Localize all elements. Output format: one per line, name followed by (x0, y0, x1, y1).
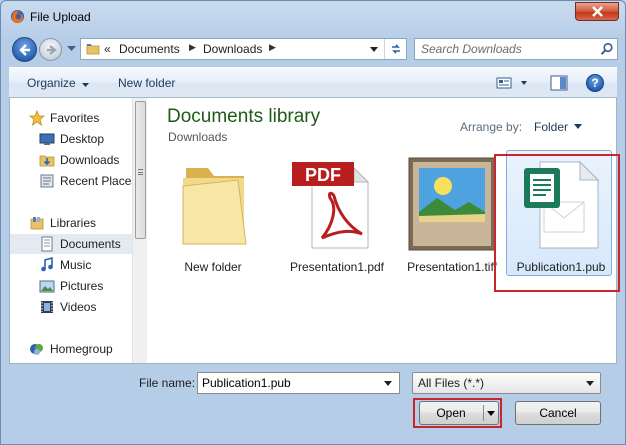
nav-homegroup-label: Homegroup (50, 342, 113, 356)
nav-item-pictures[interactable]: Pictures (10, 276, 132, 296)
highlight-frame-publication (494, 154, 620, 292)
navigation-pane: Favorites Desktop Downloads Recent Place… (10, 98, 132, 363)
file-name: New folder (184, 260, 242, 274)
nav-item-label: Recent Places (60, 174, 132, 188)
nav-libraries[interactable]: Libraries (10, 213, 132, 233)
content-frame: Favorites Desktop Downloads Recent Place… (9, 98, 620, 364)
arrow-right-icon (47, 45, 57, 55)
address-overflow[interactable]: « (104, 42, 111, 56)
back-button[interactable] (12, 37, 37, 62)
music-icon (41, 257, 53, 272)
refresh-button[interactable] (384, 39, 406, 59)
grip-icon (138, 169, 143, 175)
file-list-pane: Documents library Downloads Arrange by: … (147, 98, 620, 363)
address-history-dropdown[interactable] (365, 39, 383, 59)
address-bar[interactable]: « Documents ▶ Downloads ▶ (80, 38, 407, 60)
nav-item-label: Pictures (60, 279, 104, 293)
search-icon[interactable] (600, 42, 614, 56)
documents-icon (41, 236, 53, 252)
nav-favorites-label: Favorites (50, 111, 100, 125)
nav-favorites[interactable]: Favorites (10, 108, 132, 128)
preview-pane-button[interactable] (550, 75, 568, 91)
search-box[interactable] (414, 38, 618, 60)
file-item-presentation1-tiff[interactable]: Presentation1.tiff (397, 156, 507, 286)
breadcrumb-documents[interactable]: Documents (119, 42, 180, 56)
file-type-value: All Files (*.*) (418, 376, 485, 390)
desktop-icon (39, 133, 55, 145)
pdf-badge: PDF (305, 165, 341, 185)
videos-icon (41, 301, 53, 313)
file-name-combobox[interactable] (197, 372, 400, 394)
chevron-down-icon[interactable] (384, 381, 392, 386)
folder-icon (86, 44, 100, 55)
nav-item-label: Desktop (60, 132, 105, 146)
file-upload-dialog: File Upload « Documents ▶ Downloads ▶ Se… (0, 0, 626, 445)
help-button[interactable]: ? (586, 74, 604, 92)
scrollbar-thumb[interactable] (135, 101, 146, 239)
forward-button[interactable] (39, 38, 62, 61)
command-toolbar: Organize New folder ? (9, 67, 617, 98)
nav-libraries-label: Libraries (50, 216, 97, 230)
arrange-by-label: Arrange by: (460, 120, 523, 134)
homegroup-icon (30, 344, 43, 355)
chevron-down-icon[interactable] (574, 124, 582, 129)
change-view-button[interactable] (496, 75, 530, 91)
organize-label: Organize (27, 76, 76, 90)
pictures-icon (39, 280, 55, 293)
libraries-icon (30, 217, 44, 230)
navigation-scrollbar[interactable] (132, 98, 147, 363)
nav-item-desktop[interactable]: Desktop (10, 129, 132, 149)
file-name-label: File name: (139, 376, 196, 390)
file-name: Presentation1.pdf (289, 260, 385, 274)
recent-places-icon (40, 174, 54, 188)
nav-item-downloads[interactable]: Downloads (10, 150, 132, 170)
library-title: Documents library (167, 106, 321, 127)
chevron-down-icon (81, 83, 89, 87)
firefox-icon (10, 9, 25, 24)
nav-item-documents[interactable]: Documents (10, 234, 132, 254)
nav-item-label: Videos (60, 300, 97, 314)
downloads-folder-icon (39, 155, 55, 167)
nav-item-label: Downloads (60, 153, 120, 167)
view-list-icon (496, 77, 527, 89)
breadcrumb-downloads[interactable]: Downloads (203, 42, 262, 56)
cancel-button-label: Cancel (539, 406, 577, 420)
breadcrumb-arrow-icon[interactable]: ▶ (269, 42, 276, 53)
pdf-icon: PDF (292, 162, 370, 249)
cancel-button[interactable]: Cancel (515, 401, 601, 425)
close-icon (592, 6, 603, 17)
close-button[interactable] (575, 2, 619, 21)
chevron-down-icon (370, 47, 378, 52)
chevron-down-icon (586, 381, 594, 386)
breadcrumb-arrow-icon[interactable]: ▶ (189, 42, 196, 53)
library-subtitle: Downloads (168, 130, 228, 144)
title-bar[interactable]: File Upload (1, 1, 625, 31)
folder-icon (182, 168, 247, 245)
file-item-presentation1-pdf[interactable]: PDF Presentation1.pdf (282, 156, 392, 286)
new-folder-button[interactable]: New folder (118, 76, 175, 90)
nav-item-recent-places[interactable]: Recent Places (10, 171, 132, 191)
organize-menu[interactable]: Organize (27, 76, 89, 90)
file-name: Presentation1.tiff (407, 260, 497, 274)
star-icon (29, 110, 45, 126)
nav-item-music[interactable]: Music (10, 255, 132, 275)
arrange-by-dropdown[interactable]: Folder (534, 120, 568, 134)
file-type-select[interactable]: All Files (*.*) (412, 372, 601, 394)
window-title: File Upload (30, 10, 91, 24)
recent-pages-dropdown[interactable] (67, 46, 76, 52)
file-item-new-folder[interactable]: New folder (158, 156, 268, 286)
file-name-input[interactable] (199, 375, 379, 391)
nav-item-videos[interactable]: Videos (10, 297, 132, 317)
nav-homegroup[interactable]: Homegroup (10, 339, 132, 359)
nav-item-label: Documents (60, 237, 121, 251)
search-input[interactable] (417, 41, 593, 57)
preview-pane-icon (550, 75, 568, 91)
arrow-left-icon (19, 44, 30, 56)
image-icon (408, 157, 496, 251)
refresh-icon (392, 44, 400, 54)
nav-item-label: Music (60, 258, 92, 272)
highlight-frame-open (413, 398, 502, 428)
